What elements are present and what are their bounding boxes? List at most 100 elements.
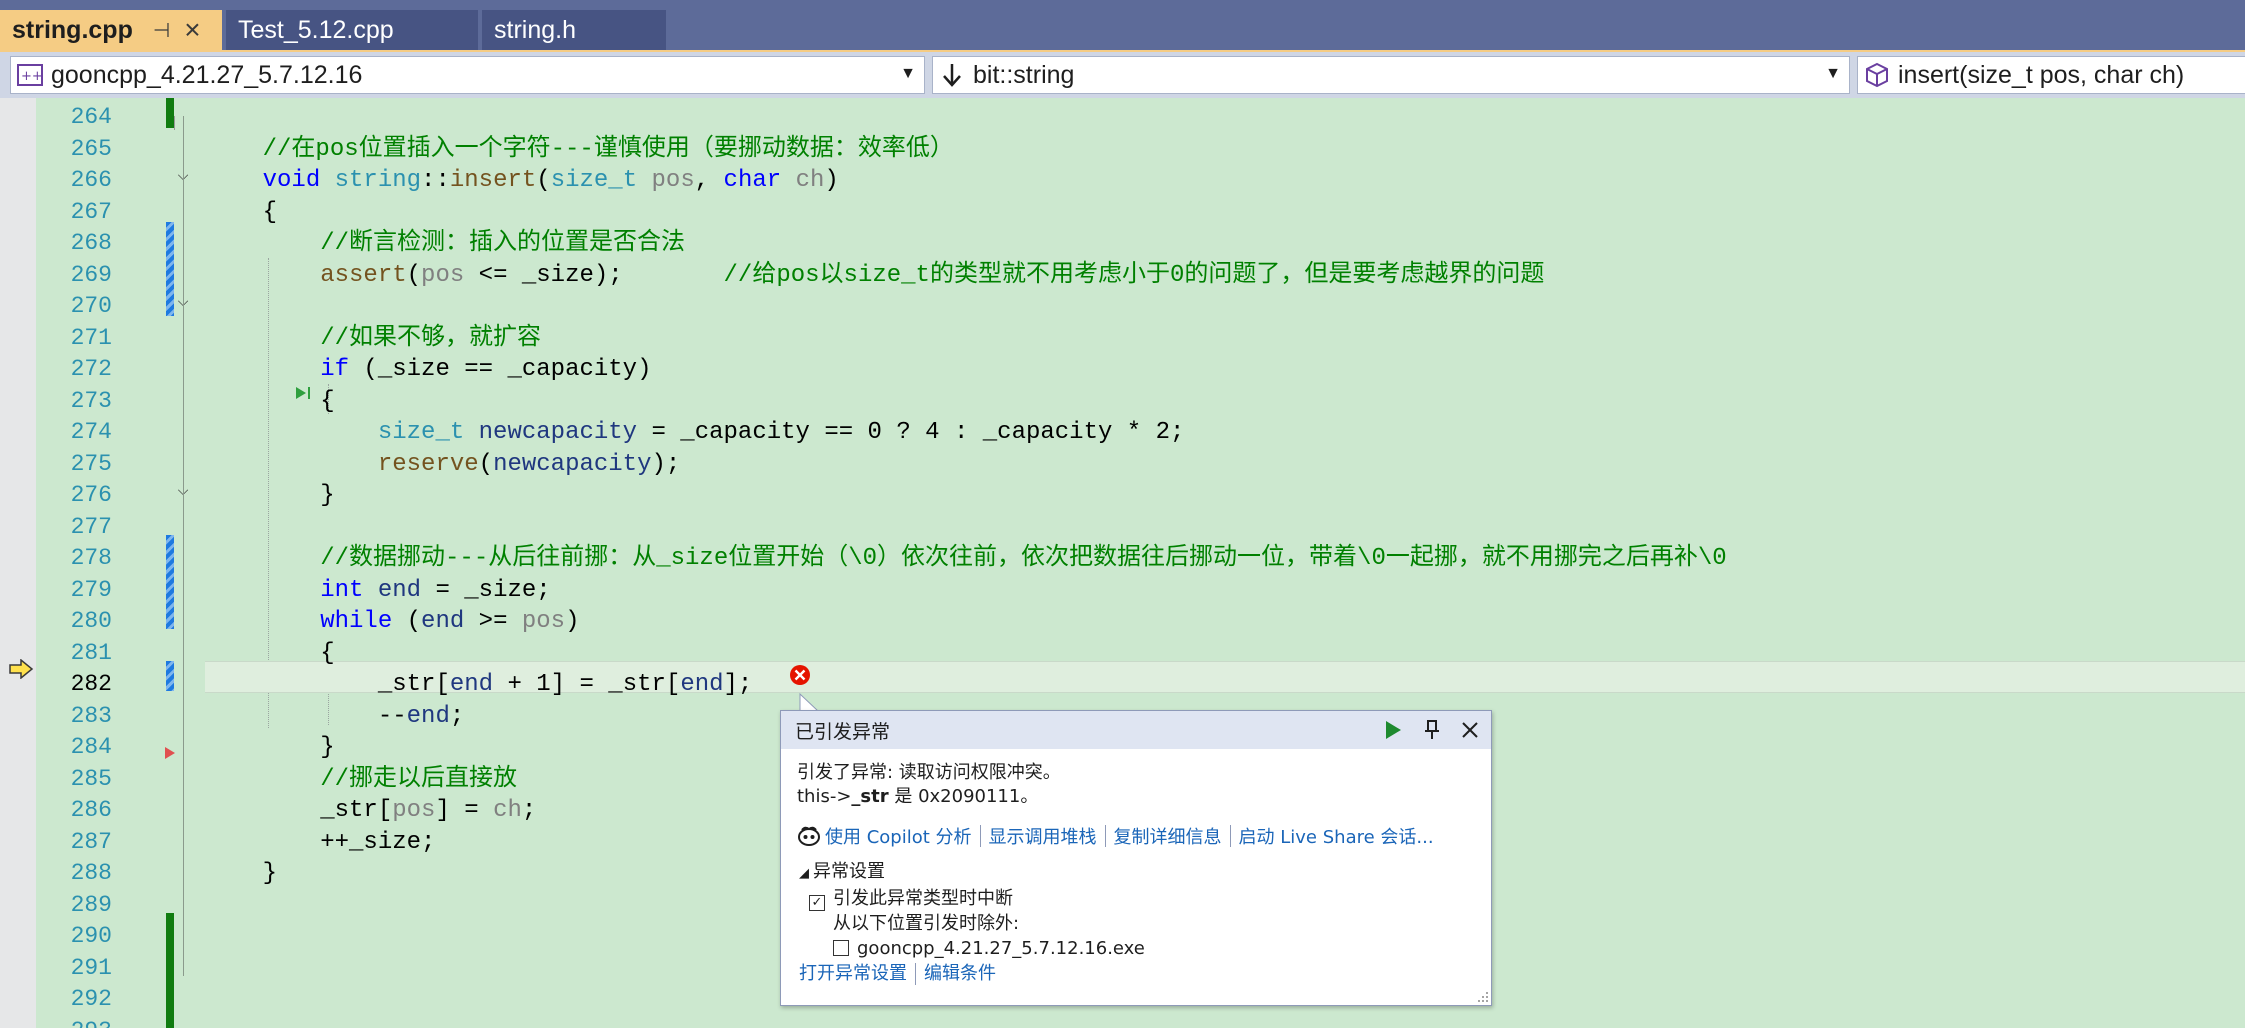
code-line-271: //如果不够，就扩容 (205, 323, 2245, 355)
document-tab-bar: string.cpp ⊣ × Test_5.12.cpp string.h (0, 0, 2245, 52)
break-when-thrown-label: 引发此异常类型时中断 (833, 888, 1013, 909)
line-number: 286 (70, 797, 112, 823)
tab-label: Test_5.12.cpp (238, 15, 394, 44)
parameter: ch (795, 167, 825, 194)
line-number: 292 (70, 986, 112, 1012)
member-name: insert(size_t pos, char ch) (1898, 60, 2185, 89)
line-number: 267 (70, 198, 112, 225)
line-number: 279 (70, 576, 112, 603)
number: 4 (925, 419, 940, 446)
module-checkbox[interactable] (833, 940, 849, 956)
type-name: size_t (550, 167, 638, 194)
chevron-down-icon[interactable]: ▼ (1825, 65, 1841, 83)
code-line-268: //断言检测：插入的位置是否合法 (205, 228, 2245, 260)
code-text: ? (881, 419, 926, 446)
link-separator (979, 825, 981, 847)
code-text: (_size == _capacity) (349, 356, 652, 383)
exception-message-line: this->_str 是 0x2090111。 (797, 785, 1475, 809)
copy-details-link[interactable]: 复制详细信息 (1114, 823, 1222, 849)
tab-test-5-12-cpp[interactable]: Test_5.12.cpp (226, 10, 478, 50)
line-number: 281 (70, 639, 112, 666)
close-icon[interactable]: × (184, 16, 200, 44)
pin-icon[interactable]: ⊣ (153, 18, 170, 43)
parameter: pos (521, 608, 566, 635)
member-dropdown[interactable]: insert(size_t pos, char ch) (1857, 56, 2245, 94)
code-line-275: reserve(newcapacity); (377, 450, 681, 478)
code-line-273: { (205, 387, 335, 415)
exception-helper-popup[interactable]: 已引发异常 引发了异常: 读取访问权限冲突。 this->_str 是 0x20… (780, 710, 1492, 1006)
exception-footer-links: 打开异常设置 编辑条件 (799, 961, 1491, 986)
exception-title-bar: 已引发异常 (781, 711, 1491, 749)
line-number: 276 (70, 482, 112, 508)
code-line-279: int end = _size; (205, 575, 2245, 607)
chevron-down-icon[interactable]: ▼ (900, 65, 916, 83)
function-name: insert (449, 167, 537, 194)
code-line-269: assert(pos <= _size); //给pos以size_t的类型就不… (320, 261, 1545, 289)
line-number: 278 (70, 545, 112, 571)
instruction-pointer-icon (9, 659, 34, 679)
svg-text:++: ++ (21, 69, 43, 84)
message-variable: _str (851, 786, 889, 807)
line-number: 270 (70, 293, 112, 319)
except-when-from-label: 从以下位置引发时除外: (833, 913, 1020, 934)
break-when-thrown-row[interactable]: ✓ 引发此异常类型时中断 (799, 886, 1491, 911)
type-name: string (334, 167, 422, 194)
line-number: 280 (70, 608, 112, 634)
saved-change-bar (166, 98, 174, 128)
line-number: 273 (70, 387, 112, 414)
indicator-margin[interactable] (0, 98, 36, 1028)
code-line-278: //数据挪动---从后往前挪：从_size位置开始（\0）依次往前，依次把数据往… (205, 543, 2245, 575)
show-call-stack-link[interactable]: 显示调用堆栈 (989, 823, 1097, 849)
exception-message-line: 引发了异常: 读取访问权限冲突。 (797, 762, 1061, 783)
collapse-triangle-icon[interactable]: ◢ (799, 866, 809, 881)
exception-title: 已引发异常 (795, 720, 891, 743)
line-number: 284 (70, 734, 112, 760)
scope-dropdown[interactable]: bit::string ▼ (932, 56, 1850, 94)
break-checkbox[interactable]: ✓ (809, 895, 825, 911)
pin-icon[interactable] (1423, 719, 1441, 741)
copilot-analyze-link[interactable]: 使用 Copilot 分析 (825, 823, 972, 849)
exception-settings-header[interactable]: ◢ 异常设置 (799, 859, 1491, 886)
exception-action-links: 使用 Copilot 分析 显示调用堆栈 复制详细信息 启动 Live Shar… (781, 823, 1491, 849)
code-text: = _size; (421, 576, 551, 604)
continue-icon[interactable] (1383, 719, 1403, 741)
code-text: -- (377, 702, 407, 730)
keyword: char (723, 167, 782, 194)
code-text: + (493, 671, 537, 698)
line-number: 290 (70, 923, 112, 949)
unsaved-change-bar (166, 535, 174, 629)
variable: newcapacity (493, 450, 652, 478)
variable: newcapacity (478, 419, 638, 446)
line-number: 274 (70, 419, 112, 445)
line-number: 275 (70, 450, 112, 477)
close-icon[interactable] (1460, 720, 1480, 740)
project-name: gooncpp_4.21.27_5.7.12.16 (51, 60, 363, 89)
module-row[interactable]: gooncpp_4.21.27_5.7.12.16.exe (799, 936, 1491, 961)
link-separator (1229, 825, 1231, 847)
code-line-281: { (205, 639, 335, 667)
resize-grip-icon[interactable] (1475, 989, 1489, 1003)
tab-string-h[interactable]: string.h (482, 10, 666, 50)
unsaved-change-bar (166, 222, 174, 316)
open-exception-settings-link[interactable]: 打开异常设置 (799, 961, 907, 986)
line-number: 268 (70, 230, 112, 256)
tab-string-cpp[interactable]: string.cpp ⊣ × (0, 10, 222, 50)
module-name: gooncpp_4.21.27_5.7.12.16.exe (857, 938, 1145, 959)
error-circle-icon[interactable] (789, 664, 811, 686)
code-text: ]; (723, 671, 753, 698)
variable: end (406, 702, 450, 730)
variable: end (377, 576, 422, 604)
line-number: 293 (40, 1016, 112, 1028)
project-dropdown[interactable]: ++ gooncpp_4.21.27_5.7.12.16 ▼ (10, 56, 925, 94)
unsaved-change-bar (166, 661, 174, 691)
line-number: 282 (70, 671, 112, 697)
parameter: pos (421, 261, 465, 289)
code-text: <= _size); (464, 261, 623, 289)
line-number: 265 (70, 135, 112, 162)
breakpoint-arrow-icon (165, 747, 175, 759)
live-share-link[interactable]: 启动 Live Share 会话... (1239, 823, 1434, 849)
edit-conditions-link[interactable]: 编辑条件 (924, 961, 996, 986)
